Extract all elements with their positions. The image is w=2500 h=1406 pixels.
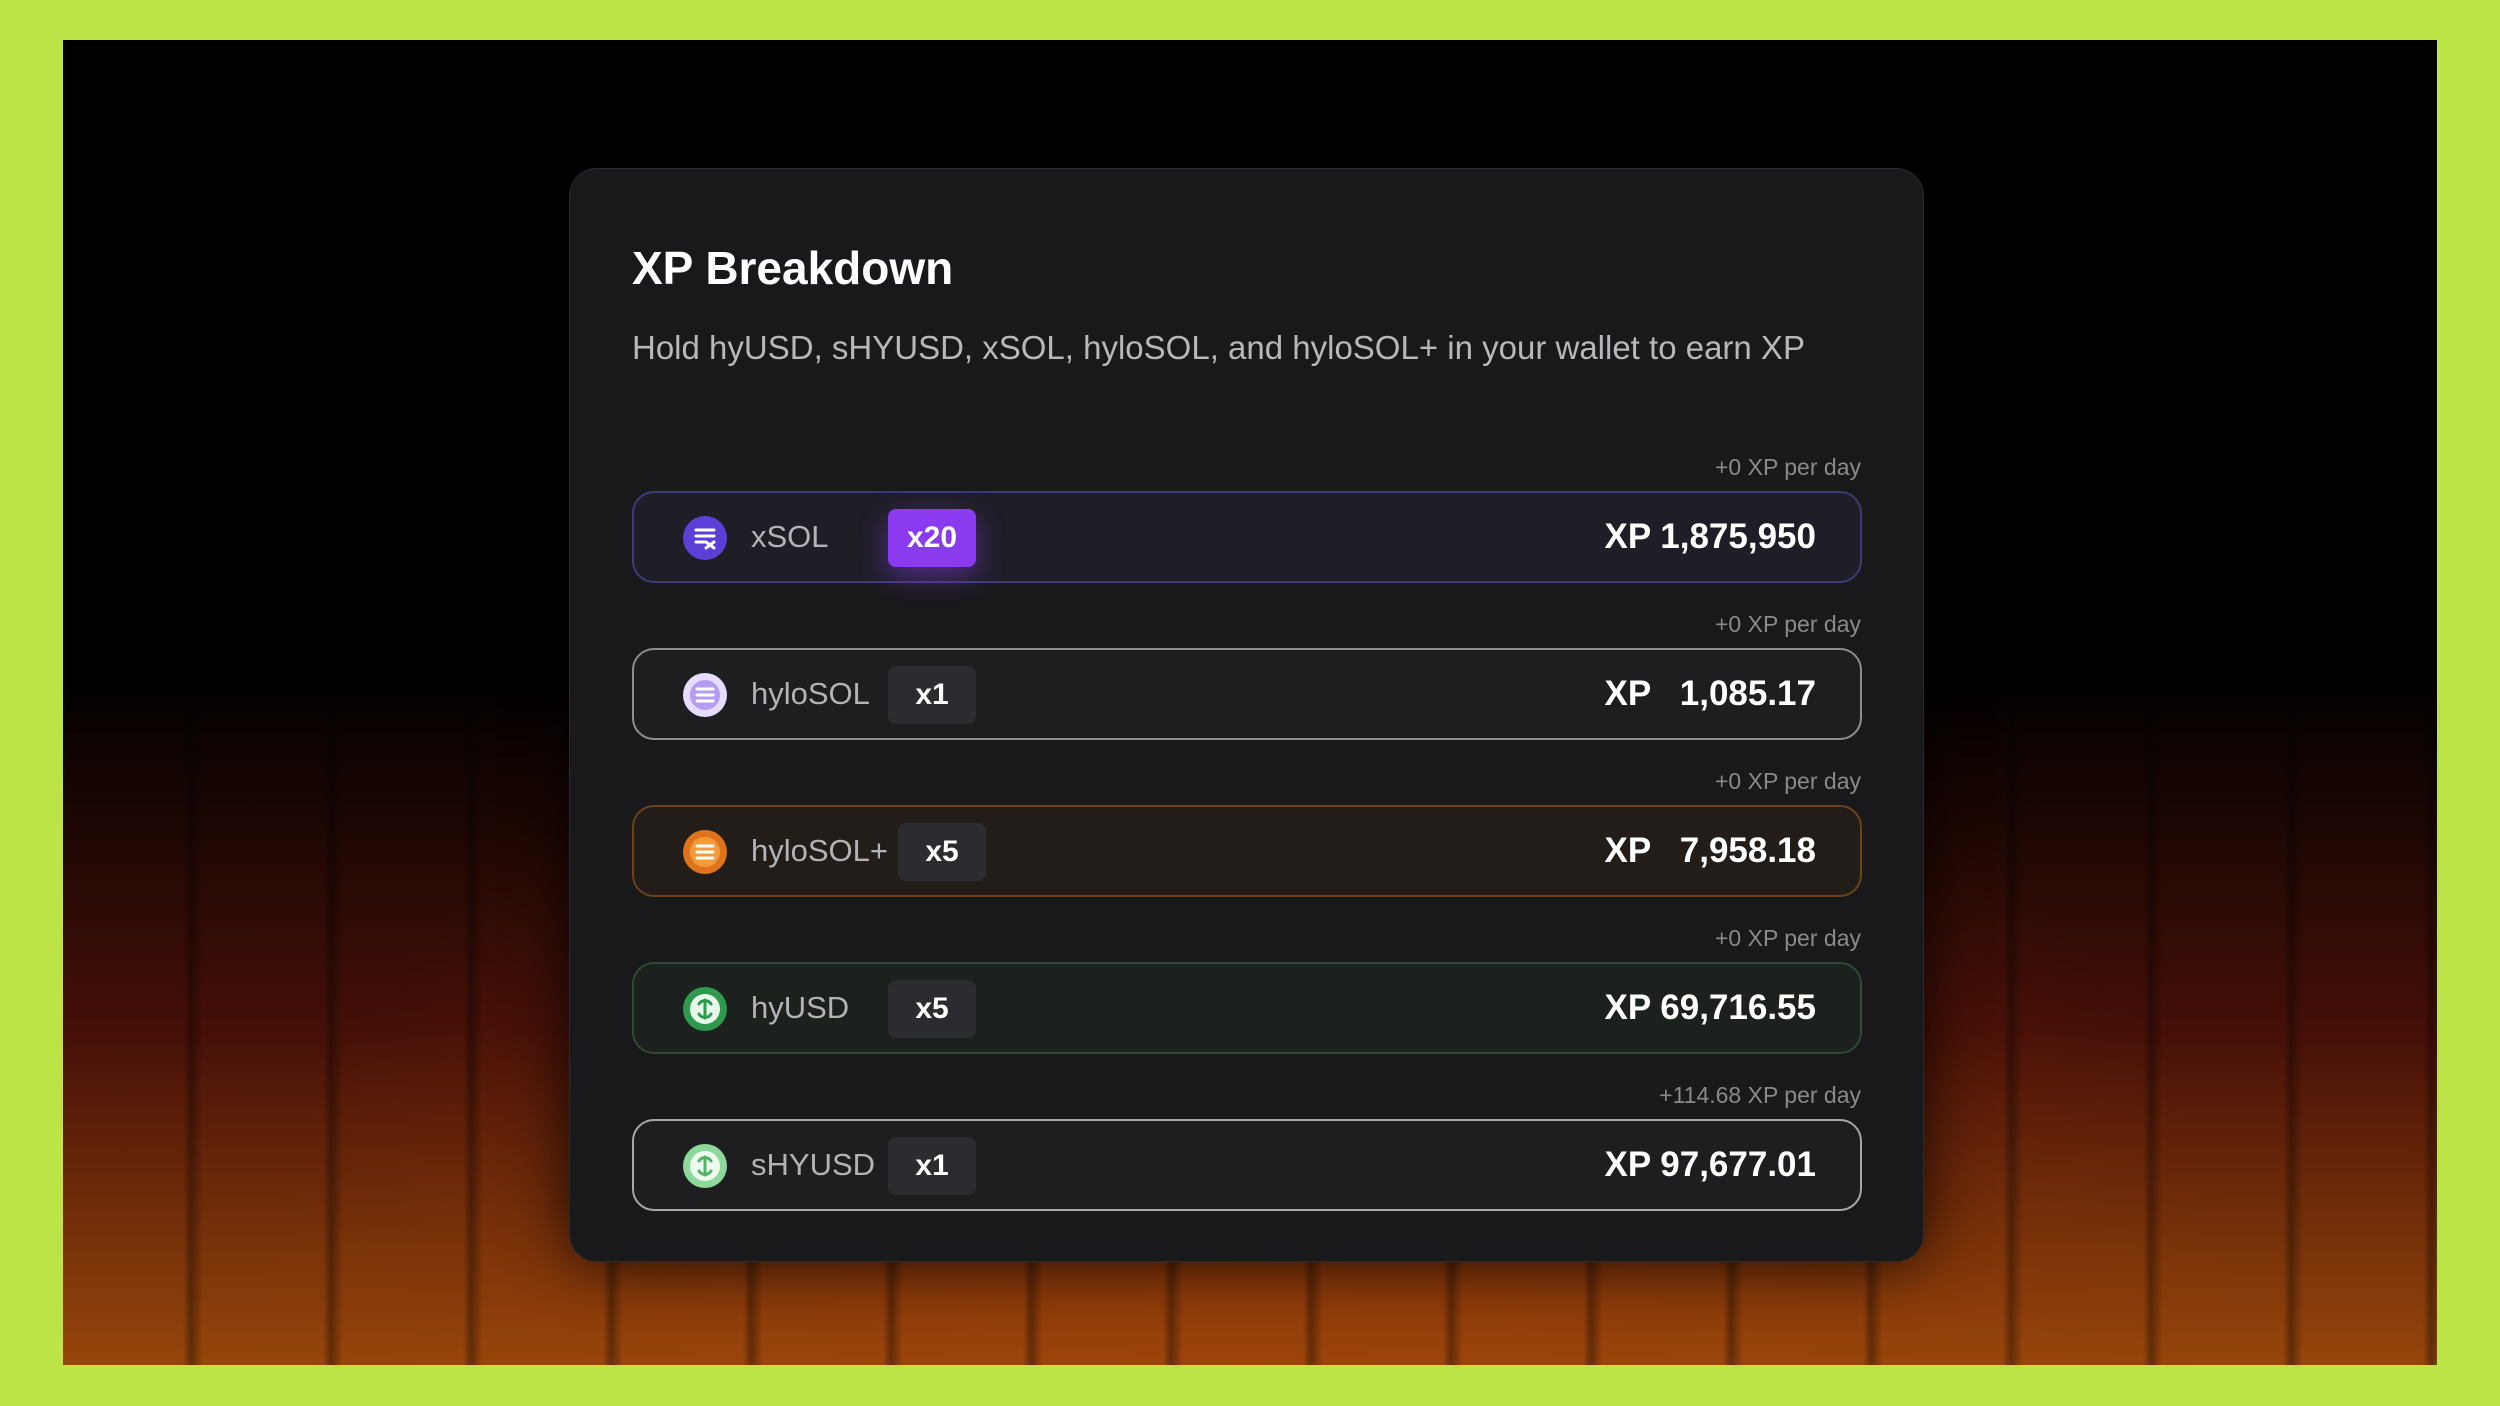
xp-value: XP 7,958.18 [1605, 807, 1817, 895]
hyusd-per-day: +0 XP per day [1715, 925, 1861, 951]
token-row-shyusd[interactable]: sHYUSD x1 XP 97,677.01 [632, 1119, 1862, 1211]
multiplier-badge: x5 [888, 980, 976, 1038]
token-name: xSOL [751, 519, 829, 554]
hylosol-per-day: +0 XP per day [1715, 611, 1861, 637]
xp-amount: 97,677.01 [1660, 1145, 1816, 1184]
card-subtitle: Hold hyUSD, sHYUSD, xSOL, hyloSOL, and h… [632, 329, 1805, 366]
hylosol-plus-coin-icon [682, 829, 728, 875]
xp-amount: 7,958.18 [1679, 831, 1816, 870]
xp-value: XP 1,875,950 [1604, 493, 1816, 581]
background: XP Breakdown Hold hyUSD, sHYUSD, xSOL, h… [63, 40, 2437, 1365]
xp-value: XP 1,085.17 [1605, 650, 1817, 738]
xp-amount: 69,716.55 [1660, 988, 1816, 1027]
card-title: XP Breakdown [632, 242, 954, 294]
hylosol-coin-icon [682, 672, 728, 718]
shyusd-coin-icon [682, 1143, 728, 1189]
multiplier-badge: x1 [888, 666, 976, 724]
xp-amount: 1,875,950 [1660, 517, 1816, 556]
xp-value: XP 69,716.55 [1604, 964, 1816, 1052]
token-name: hyloSOL+ [751, 833, 889, 868]
xp-amount: 1,085.17 [1679, 674, 1816, 713]
xp-label: XP [1604, 831, 1651, 870]
multiplier-badge: x1 [888, 1137, 976, 1195]
multiplier-badge: x5 [898, 823, 986, 881]
hyusd-coin-icon [682, 986, 728, 1032]
shyusd-per-day: +114.68 XP per day [1659, 1082, 1861, 1108]
token-row-xsol[interactable]: xSOL x20 XP 1,875,950 [632, 491, 1862, 583]
xp-label: XP [1604, 1145, 1651, 1184]
token-row-hyusd[interactable]: hyUSD x5 XP 69,716.55 [632, 962, 1862, 1054]
xp-breakdown-card: XP Breakdown Hold hyUSD, sHYUSD, xSOL, h… [569, 168, 1924, 1262]
token-name: hyUSD [751, 990, 850, 1025]
token-row-hylosol[interactable]: hyloSOL x1 XP 1,085.17 [632, 648, 1862, 740]
xp-label: XP [1604, 517, 1651, 556]
xsol-per-day: +0 XP per day [1715, 454, 1861, 480]
xp-label: XP [1604, 988, 1651, 1027]
token-row-hylosol-plus[interactable]: hyloSOL+ x5 XP 7,958.18 [632, 805, 1862, 897]
multiplier-badge: x20 [888, 509, 976, 567]
token-name: hyloSOL [751, 676, 870, 711]
token-name: sHYUSD [751, 1147, 876, 1182]
xsol-coin-icon [682, 515, 728, 561]
hylosol-plus-per-day: +0 XP per day [1715, 768, 1861, 794]
xp-label: XP [1604, 674, 1651, 713]
xp-value: XP 97,677.01 [1604, 1121, 1816, 1209]
